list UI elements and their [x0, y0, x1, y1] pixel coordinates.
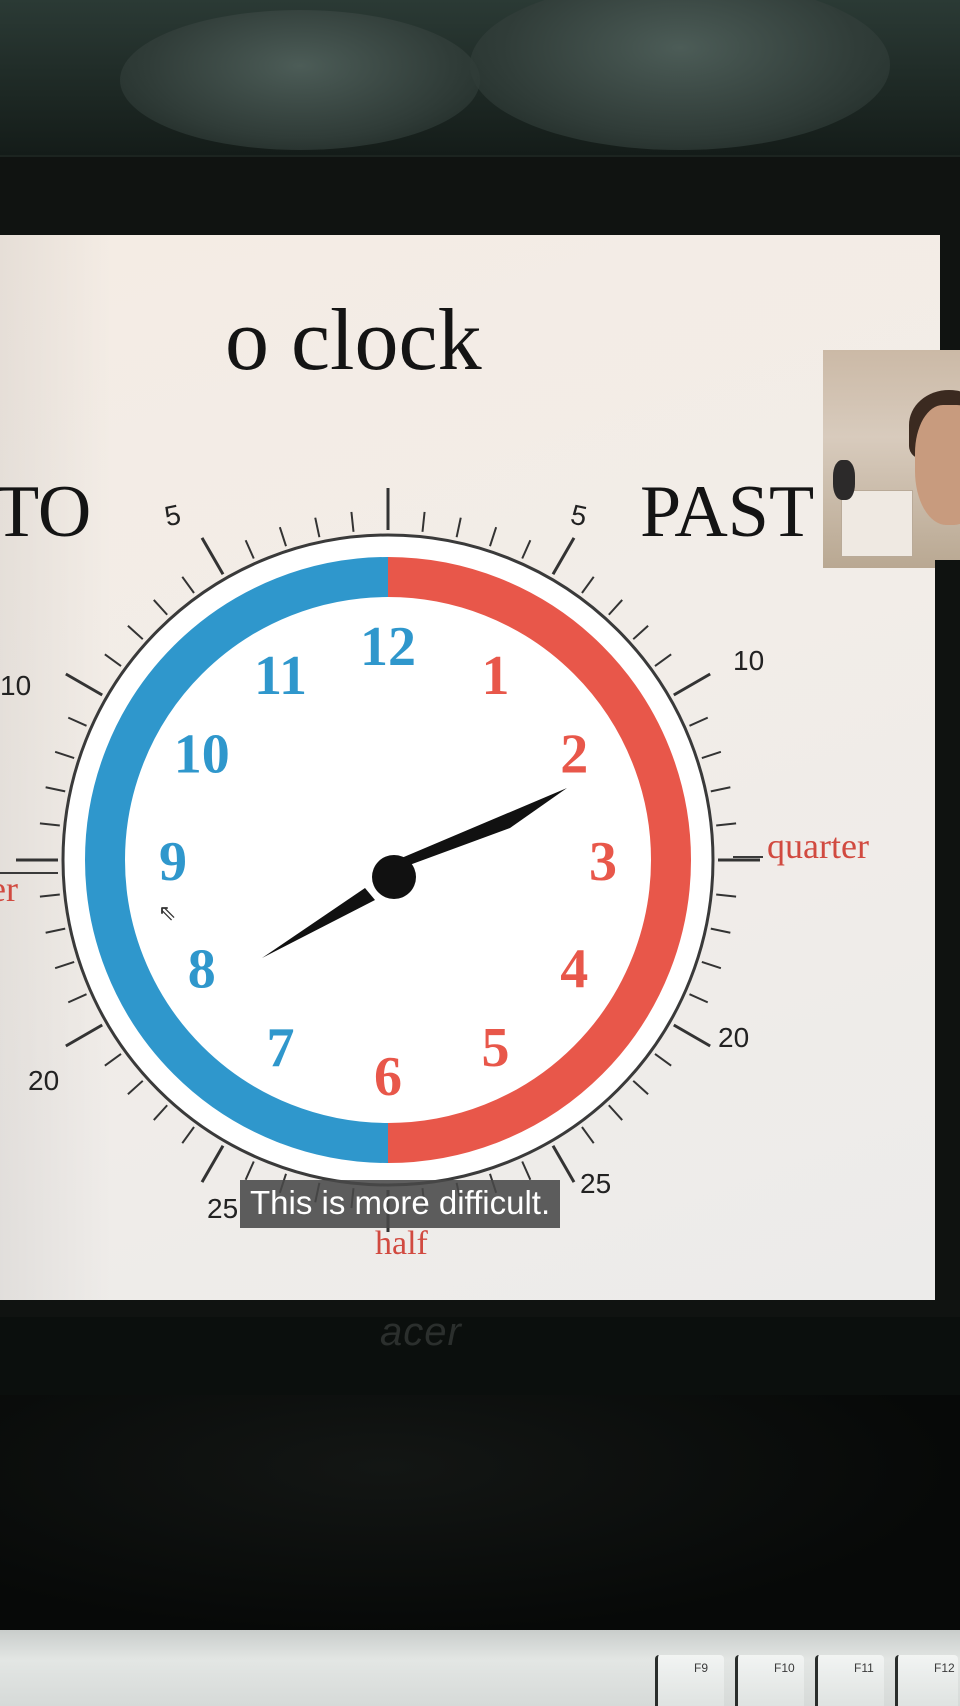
minor-minute-tick: [455, 517, 462, 538]
hour-number-6: 6: [374, 1046, 402, 1108]
major-minute-tick: [551, 537, 576, 575]
keyboard-key-f10[interactable]: F10: [735, 1655, 804, 1706]
caption-subtitle: This is more difficult.: [240, 1180, 561, 1228]
key-label: F12: [934, 1661, 955, 1675]
monitor-bezel-right: [935, 560, 960, 1300]
minor-minute-tick: [39, 822, 60, 827]
minor-minute-tick: [489, 526, 498, 547]
hour-number-4: 4: [560, 939, 588, 1001]
minor-minute-tick: [39, 893, 60, 898]
hour-number-1: 1: [482, 645, 510, 707]
webcam-toy: [833, 460, 855, 500]
minor-minute-tick: [716, 822, 737, 827]
minor-minute-tick: [181, 576, 195, 594]
hour-number-8: 8: [188, 939, 216, 1001]
minor-minute-tick: [581, 576, 595, 594]
minor-minute-tick: [244, 1161, 255, 1181]
minor-minute-tick: [689, 716, 709, 727]
minor-minute-tick: [104, 653, 122, 667]
minor-minute-tick: [701, 961, 722, 970]
minor-minute-tick: [45, 786, 66, 793]
slide-title: o clock: [225, 292, 482, 389]
major-minute-tick: [551, 1145, 576, 1183]
minor-minute-tick: [153, 1104, 168, 1121]
major-minute-tick: [65, 672, 103, 697]
clock-center-hub: [372, 855, 416, 899]
minor-minute-tick: [632, 625, 649, 640]
minor-minute-tick: [67, 993, 87, 1004]
minor-minute-tick: [581, 1126, 595, 1144]
blanket-fold: [120, 10, 480, 150]
major-minute-tick: [200, 537, 225, 575]
minor-minute-tick: [153, 599, 168, 616]
minor-minute-tick: [54, 961, 75, 970]
key-label: F9: [694, 1661, 709, 1675]
minor-minute-tick: [521, 539, 532, 559]
keyboard-key-f12[interactable]: F12: [895, 1655, 958, 1706]
hour-number-11: 11: [254, 645, 307, 707]
webcam-shelf: [841, 490, 913, 557]
monitor-brand-logo: acer: [380, 1310, 462, 1354]
minor-minute-tick: [127, 1080, 144, 1095]
minor-minute-tick: [350, 511, 355, 532]
minor-minute-tick: [104, 1053, 122, 1067]
minor-minute-tick: [421, 511, 426, 532]
desk-surface: [0, 1395, 960, 1635]
minor-minute-tick: [54, 750, 75, 759]
webcam-video-overlay: [823, 350, 960, 568]
minor-minute-tick: [716, 893, 737, 898]
minor-minute-tick: [314, 517, 321, 538]
hour-number-10: 10: [174, 724, 230, 786]
major-minute-tick: [65, 1023, 103, 1048]
hour-number-2: 2: [560, 724, 588, 786]
hour-number-5: 5: [482, 1017, 510, 1079]
minor-minute-tick: [67, 716, 87, 727]
minor-minute-tick: [181, 1126, 195, 1144]
hour-number-3: 3: [589, 831, 617, 893]
minor-minute-tick: [701, 750, 722, 759]
key-label: F11: [854, 1661, 874, 1675]
minor-minute-tick: [710, 786, 731, 793]
minor-minute-tick: [244, 539, 255, 559]
minor-minute-tick: [654, 1053, 672, 1067]
background-room: [0, 0, 960, 170]
minor-minute-tick: [278, 526, 287, 547]
minor-minute-tick: [608, 599, 623, 616]
mouse-cursor-icon: ⇖: [158, 900, 177, 925]
webcam-person-face: [915, 405, 960, 525]
minor-minute-tick: [710, 927, 731, 934]
minor-minute-tick: [632, 1080, 649, 1095]
major-minute-tick: [673, 672, 711, 697]
minor-minute-tick: [608, 1104, 623, 1121]
key-label: F10: [774, 1661, 795, 1675]
minor-minute-tick: [521, 1161, 532, 1181]
major-minute-tick: [200, 1145, 225, 1183]
major-minute-tick: [673, 1023, 711, 1048]
clock-graphic: 12 1234567891011: [0, 488, 763, 1232]
minor-minute-tick: [45, 927, 66, 934]
hour-number-9: 9: [159, 831, 187, 893]
keyboard-key-f9[interactable]: F9: [655, 1655, 724, 1706]
blanket-fold: [470, 0, 890, 150]
keyboard-key-f11[interactable]: F11: [815, 1655, 884, 1706]
minor-minute-tick: [127, 625, 144, 640]
minor-minute-tick: [654, 653, 672, 667]
hour-number-7: 7: [267, 1017, 295, 1079]
hour-number-12: 12: [360, 616, 416, 678]
minor-minute-tick: [689, 993, 709, 1004]
